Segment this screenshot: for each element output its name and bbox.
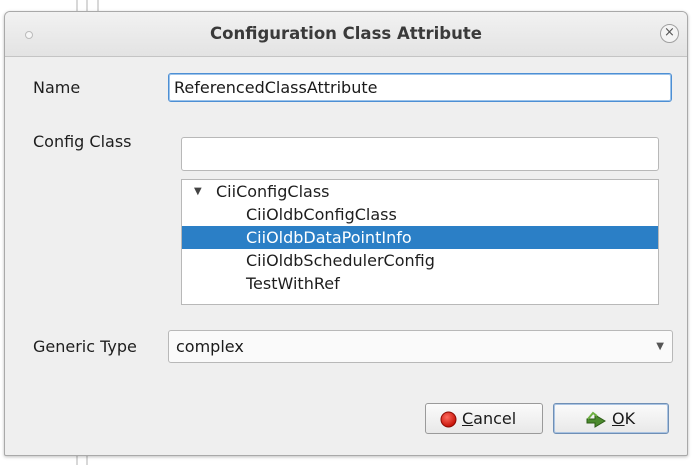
tree-item-label: TestWithRef bbox=[246, 274, 340, 293]
tree-item-parent[interactable]: ▼ CiiConfigClass bbox=[182, 180, 658, 203]
cancel-button[interactable]: Cancel bbox=[425, 403, 543, 434]
config-class-label: Config Class bbox=[33, 132, 132, 151]
tree-item-label: CiiOldbConfigClass bbox=[246, 205, 397, 224]
red-stop-circle-icon bbox=[440, 411, 457, 428]
ok-button[interactable]: OK bbox=[553, 403, 669, 434]
chevron-down-icon[interactable]: ▼ bbox=[656, 331, 664, 362]
name-input[interactable] bbox=[168, 73, 672, 102]
tree-item-label: CiiOldbDataPointInfo bbox=[246, 228, 412, 247]
tree-item[interactable]: CiiOldbConfigClass bbox=[182, 203, 658, 226]
tree-item[interactable]: TestWithRef bbox=[182, 272, 658, 295]
tree-item-label: CiiConfigClass bbox=[216, 182, 330, 201]
tree-item[interactable]: CiiOldbSchedulerConfig bbox=[182, 249, 658, 272]
configuration-class-attribute-dialog: Configuration Class Attribute × Name Con… bbox=[4, 11, 688, 456]
close-icon: × bbox=[664, 25, 675, 40]
green-check-arrow-icon bbox=[586, 411, 606, 428]
tree-item-label: CiiOldbSchedulerConfig bbox=[246, 251, 435, 270]
generic-type-label: Generic Type bbox=[33, 337, 137, 356]
tree-item-selected[interactable]: CiiOldbDataPointInfo bbox=[182, 226, 658, 249]
generic-type-value: complex bbox=[176, 337, 244, 356]
config-class-filter-input[interactable] bbox=[181, 137, 659, 171]
config-class-tree[interactable]: ▼ CiiConfigClass CiiOldbConfigClass CiiO… bbox=[181, 179, 659, 305]
generic-type-select[interactable]: complex ▼ bbox=[168, 330, 673, 363]
name-label: Name bbox=[33, 78, 81, 97]
title-bar[interactable]: Configuration Class Attribute × bbox=[5, 12, 687, 57]
ok-label: OK bbox=[612, 409, 636, 428]
close-button[interactable]: × bbox=[660, 24, 679, 43]
dialog-title: Configuration Class Attribute bbox=[210, 24, 482, 43]
expand-arrow-icon[interactable]: ▼ bbox=[194, 180, 202, 203]
cancel-label: Cancel bbox=[462, 409, 517, 428]
